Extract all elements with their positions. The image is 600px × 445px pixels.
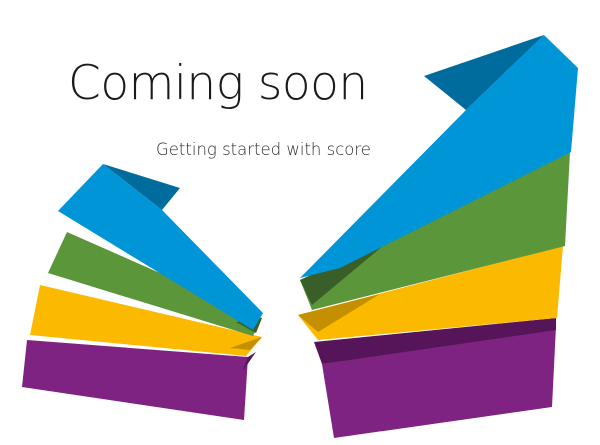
left-ribbon-group (22, 164, 263, 420)
page-title: Coming soon (68, 56, 368, 111)
coming-soon-banner: Coming soon Getting started with score (0, 0, 600, 445)
page-subtitle: Getting started with score (156, 140, 371, 159)
